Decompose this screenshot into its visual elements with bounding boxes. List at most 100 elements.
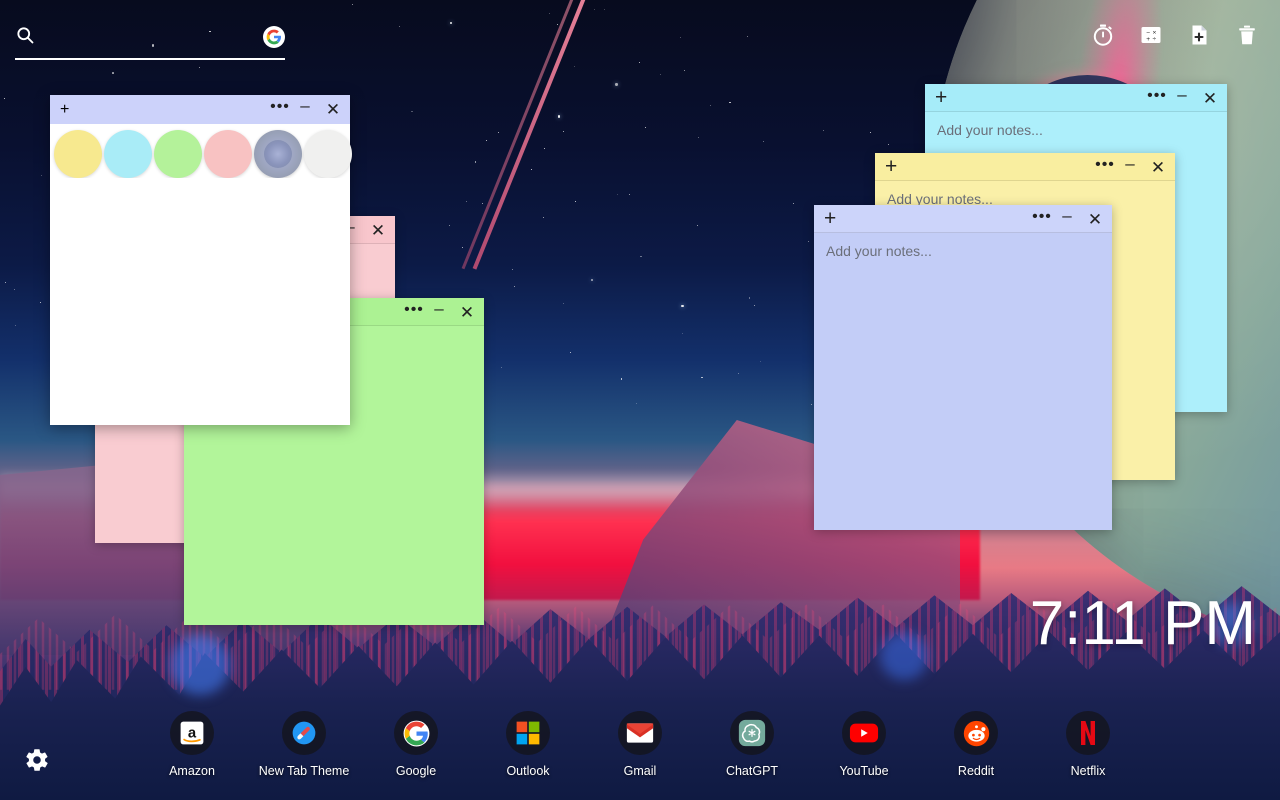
dock: a Amazon New Tab Theme Google Outlook Gm… bbox=[0, 711, 1280, 778]
title-divider bbox=[925, 111, 1227, 112]
trash-icon[interactable] bbox=[1234, 22, 1260, 48]
star bbox=[823, 129, 825, 131]
search-input[interactable] bbox=[35, 29, 263, 45]
dock-label: New Tab Theme bbox=[258, 764, 350, 778]
star bbox=[808, 241, 809, 243]
clock: 7:11 PM bbox=[1029, 589, 1256, 658]
wallpaper-bokeh bbox=[880, 632, 928, 680]
dock-new-tab-theme[interactable]: New Tab Theme bbox=[248, 711, 360, 778]
swatch-green[interactable] bbox=[154, 130, 202, 178]
star bbox=[542, 217, 544, 219]
star bbox=[887, 144, 889, 146]
star bbox=[3, 98, 5, 100]
star bbox=[747, 36, 749, 38]
star bbox=[591, 279, 594, 282]
star bbox=[701, 376, 703, 379]
star bbox=[679, 37, 681, 39]
note-close-button[interactable]: ✕ bbox=[1088, 211, 1102, 228]
color-picker-window[interactable]: + ••• – ✕ bbox=[50, 95, 352, 425]
dock-reddit[interactable]: Reddit bbox=[920, 711, 1032, 778]
reddit-icon bbox=[954, 711, 998, 755]
title-divider bbox=[814, 232, 1112, 233]
youtube-icon bbox=[842, 711, 886, 755]
color-picker-close-button[interactable]: ✕ bbox=[326, 101, 340, 118]
star bbox=[482, 202, 484, 204]
note-menu-button[interactable]: ••• bbox=[1147, 87, 1167, 104]
add-note-button[interactable]: + bbox=[935, 87, 947, 108]
star bbox=[112, 72, 114, 74]
dock-netflix[interactable]: Netflix bbox=[1032, 711, 1144, 778]
star bbox=[549, 13, 551, 15]
swatch-purple[interactable] bbox=[254, 130, 302, 178]
desktop: − × + ÷ + ••• – ✕ Add your notes... + ••… bbox=[0, 0, 1280, 800]
calculator-icon[interactable]: − × + ÷ bbox=[1138, 22, 1164, 48]
note-periwinkle-title-bar[interactable]: + ••• – ✕ bbox=[814, 205, 1112, 233]
note-yellow-title-bar[interactable]: + ••• – ✕ bbox=[875, 153, 1175, 181]
dock-label: Google bbox=[395, 764, 437, 778]
color-picker-menu-button[interactable]: ••• bbox=[270, 99, 290, 115]
color-picker-minimize-button[interactable]: – bbox=[298, 97, 312, 114]
search-bar[interactable] bbox=[15, 20, 285, 60]
star bbox=[682, 333, 684, 335]
swatch-yellow[interactable] bbox=[54, 130, 102, 178]
swatch-white[interactable] bbox=[304, 130, 352, 178]
star bbox=[498, 132, 500, 133]
note-minimize-button[interactable]: – bbox=[1175, 86, 1189, 103]
note-minimize-button[interactable]: – bbox=[432, 300, 446, 317]
swatch-cyan[interactable] bbox=[104, 130, 152, 178]
star bbox=[729, 101, 731, 104]
star bbox=[500, 367, 502, 369]
star bbox=[41, 175, 43, 177]
star bbox=[556, 24, 558, 26]
dock-youtube[interactable]: YouTube bbox=[808, 711, 920, 778]
new-note-icon[interactable] bbox=[1186, 22, 1212, 48]
color-picker-body[interactable] bbox=[50, 178, 350, 425]
note-menu-button[interactable]: ••• bbox=[404, 301, 424, 318]
star bbox=[511, 269, 513, 271]
star bbox=[697, 136, 699, 138]
note-cyan-title-bar[interactable]: + ••• – ✕ bbox=[925, 84, 1227, 112]
star bbox=[754, 305, 756, 307]
note-minimize-button[interactable]: – bbox=[1123, 155, 1137, 172]
netflix-icon bbox=[1066, 711, 1110, 755]
note-close-button[interactable]: ✕ bbox=[371, 222, 385, 239]
dock-label: Outlook bbox=[506, 764, 550, 778]
note-placeholder: Add your notes... bbox=[937, 122, 1043, 138]
add-note-button[interactable]: + bbox=[60, 101, 69, 119]
settings-gear-button[interactable] bbox=[24, 747, 50, 778]
search-icon[interactable] bbox=[15, 25, 35, 50]
add-note-button[interactable]: + bbox=[885, 156, 897, 177]
add-note-button[interactable]: + bbox=[824, 208, 836, 229]
new-tab-theme-icon bbox=[282, 711, 326, 755]
google-logo-icon[interactable] bbox=[263, 26, 285, 48]
dock-gmail[interactable]: Gmail bbox=[584, 711, 696, 778]
star bbox=[449, 21, 453, 25]
note-menu-button[interactable]: ••• bbox=[1095, 156, 1115, 173]
gear-icon[interactable] bbox=[24, 749, 50, 777]
note-periwinkle[interactable]: + ••• – ✕ Add your notes... bbox=[814, 205, 1112, 530]
dock-outlook[interactable]: Outlook bbox=[472, 711, 584, 778]
dock-chatgpt[interactable]: ChatGPT bbox=[696, 711, 808, 778]
star bbox=[39, 301, 42, 304]
star bbox=[593, 8, 595, 10]
timer-icon[interactable] bbox=[1090, 22, 1116, 48]
swatch-pink[interactable] bbox=[204, 130, 252, 178]
note-close-button[interactable]: ✕ bbox=[1151, 159, 1165, 176]
note-periwinkle-body[interactable]: Add your notes... bbox=[814, 233, 1112, 530]
star bbox=[604, 8, 606, 10]
chatgpt-icon bbox=[730, 711, 774, 755]
star bbox=[486, 139, 488, 141]
note-close-button[interactable]: ✕ bbox=[460, 304, 474, 321]
note-menu-button[interactable]: ••• bbox=[1032, 208, 1052, 225]
note-close-button[interactable]: ✕ bbox=[1203, 90, 1217, 107]
star bbox=[461, 246, 464, 249]
note-minimize-button[interactable]: – bbox=[1060, 207, 1074, 224]
dock-amazon[interactable]: a Amazon bbox=[136, 711, 248, 778]
svg-text:a: a bbox=[188, 725, 197, 741]
dock-google[interactable]: Google bbox=[360, 711, 472, 778]
star bbox=[710, 105, 712, 107]
color-picker-title-bar[interactable]: + ••• – ✕ bbox=[50, 95, 350, 124]
star bbox=[465, 200, 467, 202]
star bbox=[683, 70, 685, 72]
star bbox=[352, 3, 354, 5]
